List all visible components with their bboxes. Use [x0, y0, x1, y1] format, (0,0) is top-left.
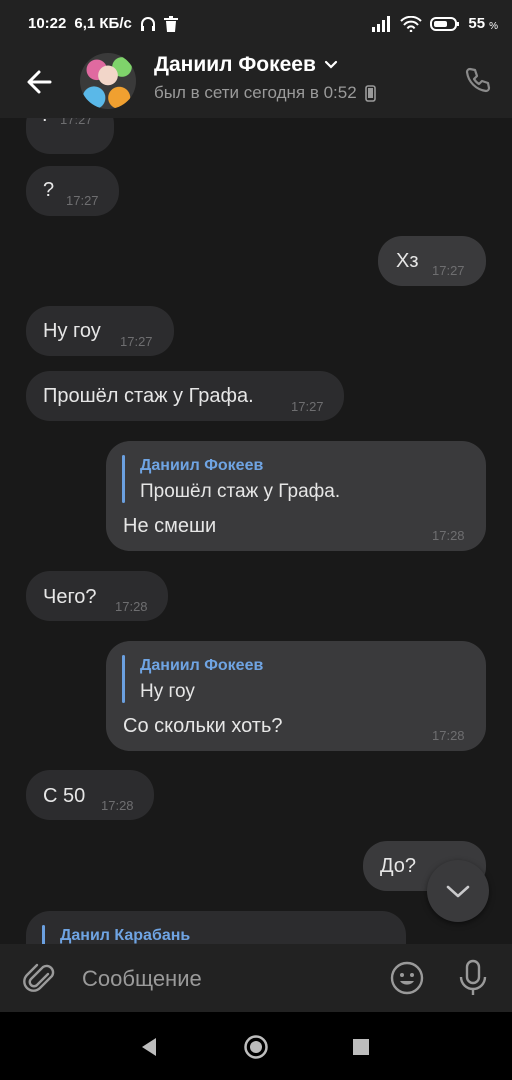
- chevron-down-icon: [324, 60, 337, 69]
- contact-name-button[interactable]: Даниил Фокеев: [154, 53, 338, 77]
- message-time: 17:27: [66, 193, 99, 208]
- message-bubble-outgoing[interactable]: Хз 17:27: [378, 236, 486, 286]
- trash-icon: [163, 15, 178, 32]
- message-composer: [0, 944, 512, 1012]
- phone-icon[interactable]: [464, 66, 492, 94]
- scroll-down-button[interactable]: [427, 860, 489, 922]
- message-text: Хз: [396, 250, 419, 272]
- headphones-icon: [140, 16, 155, 31]
- quote-author: Даниил Фокеев: [140, 657, 264, 674]
- avatar[interactable]: [80, 53, 136, 109]
- chat-header: Даниил Фокеев был в сети сегодня в 0:52: [0, 48, 512, 118]
- message-bubble-incoming[interactable]: Чего? 17:28: [26, 571, 168, 621]
- battery-icon: [430, 16, 460, 31]
- quote-text: Прошёл стаж у Графа.: [140, 481, 341, 502]
- message-bubble-incoming[interactable]: Ну гоу 17:27: [26, 306, 174, 356]
- message-bubble-outgoing-reply[interactable]: Даниил Фокеев Прошёл стаж у Графа. Не см…: [106, 441, 486, 551]
- nav-back-icon[interactable]: [138, 1036, 160, 1058]
- message-text: До?: [380, 855, 417, 877]
- message-time: 17:28: [432, 728, 465, 743]
- signal-icon: [372, 15, 391, 32]
- nav-recent-apps-icon[interactable]: [352, 1038, 370, 1056]
- message-time: 17:27: [432, 263, 465, 278]
- status-bar: 10:22 6,1 КБ/с 55 %: [0, 0, 512, 48]
- message-text: Прошёл стаж у Графа.: [43, 385, 254, 407]
- message-time: 17:28: [115, 599, 148, 614]
- smiley-icon[interactable]: [389, 960, 425, 996]
- message-bubble-incoming[interactable]: Прошёл стаж у Графа. 17:27: [26, 371, 344, 421]
- message-bubble-incoming-reply[interactable]: Данил Карабань: [26, 911, 406, 944]
- last-seen: был в сети сегодня в 0:52: [154, 83, 357, 102]
- quote-text: Ну гоу: [140, 681, 195, 702]
- arrow-left-icon[interactable]: [18, 60, 62, 104]
- message-time: 17:27: [120, 334, 153, 349]
- battery-unit: %: [489, 21, 498, 32]
- message-text: С 50: [43, 785, 86, 807]
- quote-bar: [122, 455, 125, 503]
- message-text: Чего?: [43, 586, 97, 608]
- message-time: 17:28: [101, 798, 134, 813]
- quote-author: Даниил Фокеев: [140, 457, 264, 474]
- message-list[interactable]: ! 17:27 ? 17:27 Хз 17:27 Ну гоу 17:27 Пр…: [0, 118, 512, 944]
- chevron-down-icon: [446, 885, 470, 898]
- message-input[interactable]: [80, 958, 374, 1000]
- message-time: 17:28: [432, 528, 465, 543]
- message-bubble-incoming[interactable]: ? 17:27: [26, 166, 119, 216]
- battery-level: 55: [468, 15, 486, 32]
- nav-home-icon[interactable]: [243, 1034, 269, 1060]
- clock: 10:22: [28, 15, 67, 32]
- message-text: Со скольки хоть?: [123, 715, 283, 737]
- message-text: !: [42, 118, 48, 127]
- message-time: 17:27: [60, 118, 93, 127]
- message-text: Не смеши: [123, 515, 217, 537]
- message-text: ?: [43, 179, 55, 201]
- quote-bar: [42, 925, 45, 944]
- microphone-icon[interactable]: [455, 958, 491, 998]
- paperclip-icon[interactable]: [22, 960, 58, 996]
- message-text: Ну гоу: [43, 320, 101, 342]
- mobile-phone-icon: [364, 84, 376, 102]
- message-bubble-incoming[interactable]: С 50 17:28: [26, 770, 154, 820]
- quote-bar: [122, 655, 125, 703]
- message-time: 17:27: [291, 399, 324, 414]
- contact-name: Даниил Фокеев: [154, 53, 316, 76]
- system-nav-bar: [0, 1012, 512, 1080]
- message-bubble-incoming[interactable]: ! 17:27: [26, 118, 114, 154]
- contact-status: был в сети сегодня в 0:52: [154, 83, 376, 103]
- network-speed: 6,1 КБ/с: [74, 15, 132, 32]
- wifi-icon: [400, 15, 423, 32]
- message-bubble-outgoing-reply[interactable]: Даниил Фокеев Ну гоу Со скольки хоть? 17…: [106, 641, 486, 751]
- quote-author: Данил Карабань: [60, 927, 191, 944]
